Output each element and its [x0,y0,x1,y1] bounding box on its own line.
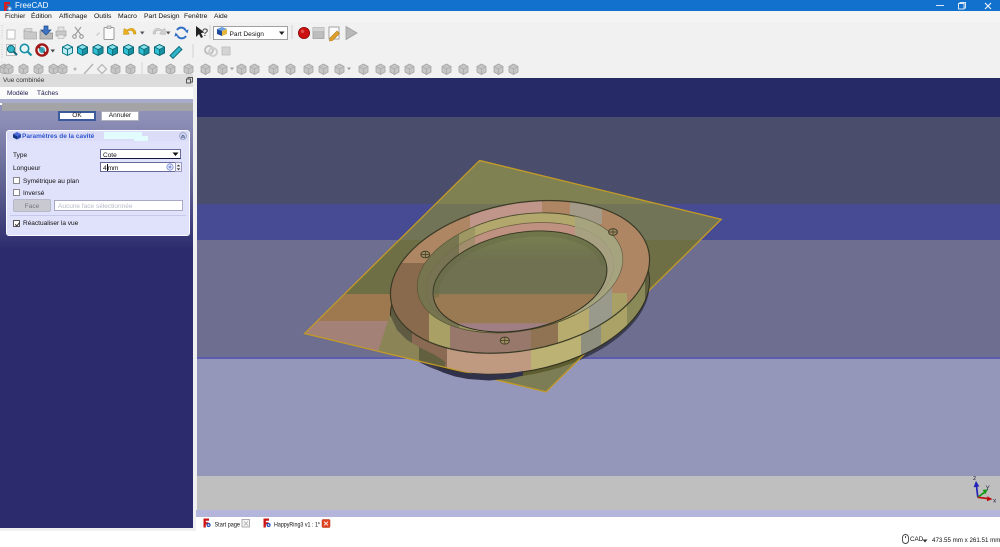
svg-text:?: ? [202,27,208,39]
svg-text:Part Design: Part Design [230,31,265,38]
svg-text:HappyRing3 v1 : 1*: HappyRing3 v1 : 1* [274,522,320,529]
svg-text:Y: Y [986,485,991,492]
svg-text:z: z [973,475,976,482]
svg-text:Start page: Start page [215,522,241,529]
